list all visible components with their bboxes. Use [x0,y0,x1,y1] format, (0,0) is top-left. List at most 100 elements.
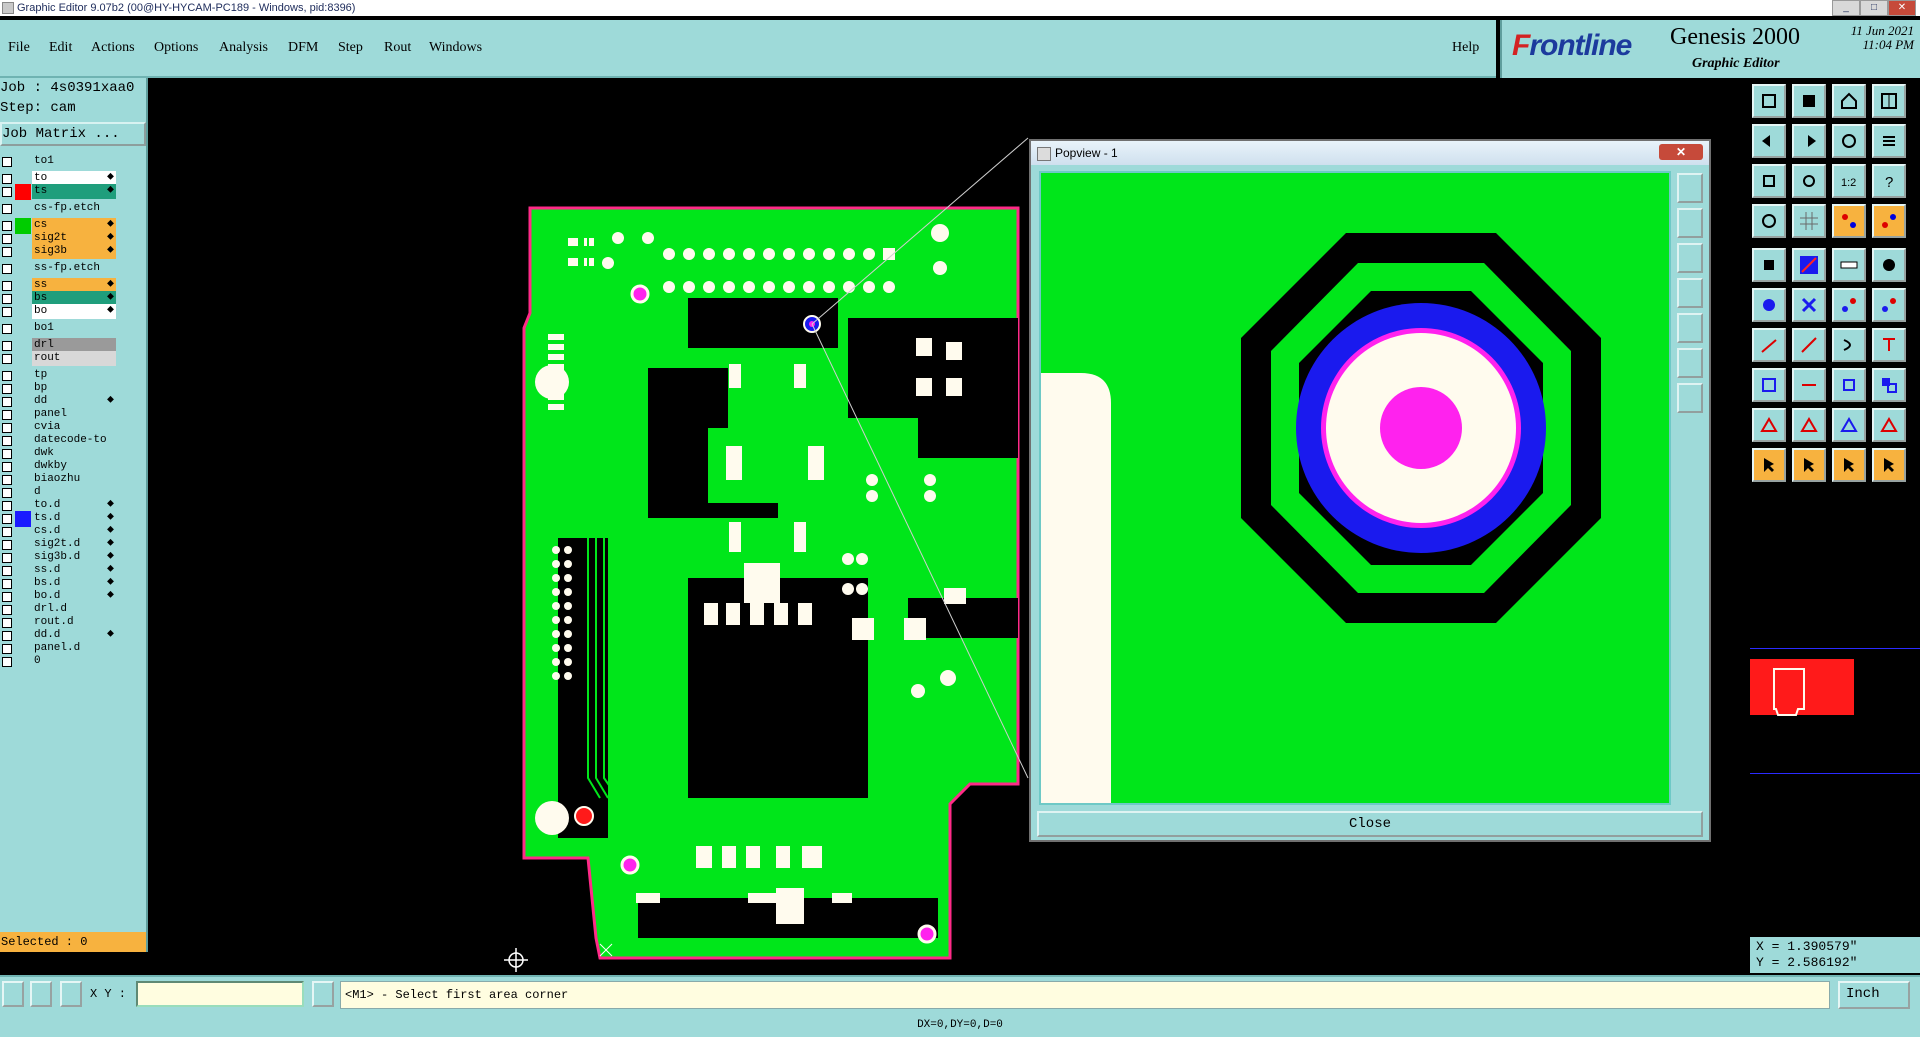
tool-measure-icon[interactable] [1752,204,1786,238]
menu-windows[interactable]: Windows [429,40,482,56]
tool-delete-icon[interactable] [1792,288,1826,322]
layer-checkbox[interactable] [2,501,12,511]
menu-actions[interactable]: Actions [91,40,135,56]
layer-checkbox[interactable] [2,354,12,364]
menu-file[interactable]: File [8,40,30,56]
layer-checkbox[interactable] [2,371,12,381]
tool-rotate-icon[interactable] [1752,328,1786,362]
layer-row[interactable]: ss-fp.etch [0,261,118,277]
layer-row[interactable]: ts ⬥ [0,184,118,200]
status-measure-icon[interactable] [30,981,52,1007]
layer-row[interactable]: to1 [0,154,118,170]
layer-checkbox[interactable] [2,605,12,615]
menu-step[interactable]: Step [338,40,363,56]
tool-zoom-fit-icon[interactable] [1752,164,1786,198]
layer-checkbox[interactable] [2,618,12,628]
layer-checkbox[interactable] [2,324,12,334]
tool-pointer-select-icon[interactable] [1792,448,1826,482]
layer-checkbox[interactable] [2,423,12,433]
layer-name[interactable]: rout [32,351,116,366]
tool-resize-icon[interactable] [1752,368,1786,402]
layer-checkbox[interactable] [2,579,12,589]
tool-ruler-icon[interactable] [1832,248,1866,282]
tool-pointer-edit-icon[interactable] [1832,448,1866,482]
layer-name[interactable]: 0 [32,654,116,669]
job-matrix-button[interactable]: Job Matrix ... [0,122,146,146]
layer-checkbox[interactable] [2,514,12,524]
units-select[interactable]: Inch [1838,981,1910,1009]
layer-row[interactable]: 0 [0,654,118,670]
menu-dfm[interactable]: DFM [288,40,318,56]
tool-net-compare-icon[interactable] [1872,204,1906,238]
tool-copy-icon[interactable] [1872,288,1906,322]
tool-redraw-icon[interactable] [1832,124,1866,158]
tool-arc-icon[interactable] [1832,328,1866,362]
tool-zoom-1-2-icon[interactable]: 1:2 [1832,164,1866,198]
menu-rout[interactable]: Rout [384,40,411,56]
tool-text-icon[interactable] [1872,328,1906,362]
layer-row[interactable]: bo1 [0,321,118,337]
tool-pan-right-icon[interactable] [1792,124,1826,158]
tool-surface-icon[interactable] [1792,408,1826,442]
tool-pointer-multi-icon[interactable] [1872,448,1906,482]
status-grid-icon[interactable] [60,981,82,1007]
tool-pan-left-icon[interactable] [1752,124,1786,158]
layer-checkbox[interactable] [2,281,12,291]
tool-add-via-icon[interactable] [1752,288,1786,322]
tool-select-feature-icon[interactable] [1752,248,1786,282]
popview-close-icon[interactable]: ✕ [1659,144,1703,160]
layer-name[interactable]: to1 [32,154,116,169]
window-close-button[interactable]: ✕ [1888,0,1916,16]
layer-name[interactable]: sig3b [32,244,116,259]
tool-home-icon[interactable] [1832,84,1866,118]
layer-checkbox[interactable] [2,553,12,563]
popview-tool-home-icon[interactable] [1677,348,1703,378]
layer-checkbox[interactable] [2,384,12,394]
maximize-button[interactable]: □ [1860,0,1888,16]
tool-polygon-icon[interactable] [1752,408,1786,442]
layer-name[interactable]: ts [32,184,116,199]
layer-row[interactable]: cs-fp.etch [0,201,118,217]
layer-name[interactable]: bo [32,304,116,319]
layer-checkbox[interactable] [2,221,12,231]
layer-checkbox[interactable] [2,264,12,274]
layer-name[interactable]: ss-fp.etch [32,261,116,276]
layer-checkbox[interactable] [2,436,12,446]
layer-row[interactable]: rout [0,351,118,367]
tool-contour-icon[interactable] [1832,408,1866,442]
popview-tool-zoom-in-icon[interactable] [1677,208,1703,238]
tool-fill-icon[interactable] [1872,408,1906,442]
tool-save-icon[interactable] [1792,84,1826,118]
minimize-button[interactable]: _ [1832,0,1860,16]
layer-checkbox[interactable] [2,527,12,537]
tool-add-line-icon[interactable] [1792,248,1826,282]
layer-checkbox[interactable] [2,657,12,667]
layer-name[interactable]: bo1 [32,321,116,336]
layer-checkbox[interactable] [2,341,12,351]
layer-checkbox[interactable] [2,475,12,485]
popview-close-button[interactable]: Close [1037,811,1703,837]
layer-row[interactable]: sig3b ⬥ [0,244,118,260]
layer-checkbox[interactable] [2,410,12,420]
layer-checkbox[interactable] [2,644,12,654]
overview-minimap[interactable] [1750,648,1920,774]
layer-checkbox[interactable] [2,397,12,407]
popview-tool-zoom-out-icon[interactable] [1677,243,1703,273]
layer-checkbox[interactable] [2,174,12,184]
tool-grid-icon[interactable] [1792,204,1826,238]
status-info-icon[interactable] [312,981,334,1007]
popview-tool-pan-right-icon[interactable] [1677,313,1703,343]
xy-input[interactable] [136,981,304,1007]
tool-pointer-icon[interactable] [1752,448,1786,482]
tool-add-pad-icon[interactable] [1872,248,1906,282]
layer-checkbox[interactable] [2,540,12,550]
tool-open-layer-icon[interactable] [1752,84,1786,118]
layer-checkbox[interactable] [2,449,12,459]
layer-checkbox[interactable] [2,187,12,197]
tool-netlist-icon[interactable] [1832,204,1866,238]
tool-split-icon[interactable] [1792,368,1826,402]
tool-help-icon[interactable]: ? [1872,164,1906,198]
layer-checkbox[interactable] [2,247,12,257]
tool-mirror-icon[interactable] [1792,328,1826,362]
menu-help[interactable]: Help [1452,40,1479,56]
